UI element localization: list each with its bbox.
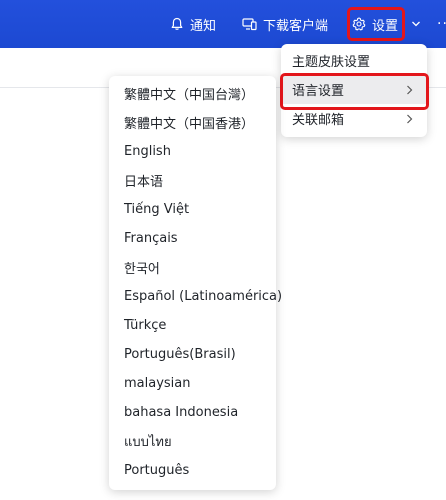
language-option[interactable]: bahasa Indonesia [109, 398, 276, 427]
chevron-right-icon [407, 114, 413, 123]
notification-button[interactable]: 通知 [170, 0, 216, 48]
language-option[interactable]: English [109, 137, 276, 166]
more-label: ··· [437, 16, 446, 32]
language-option[interactable]: Português(Brasil) [109, 340, 276, 369]
language-option[interactable]: 한국어 [109, 253, 276, 282]
language-submenu: 繁體中文（中国台灣） 繁體中文（中国香港） English 日本语 Tiếng … [109, 76, 282, 490]
language-option[interactable]: malaysian [109, 369, 276, 398]
top-navigation-bar: 通知 下载客户端 设置 ··· [0, 0, 446, 48]
bell-icon [171, 17, 183, 30]
menu-item-label: 关联邮箱 [292, 113, 345, 128]
language-highlight-box [280, 73, 429, 110]
settings-highlight-box [347, 7, 405, 41]
chevron-down-icon [412, 21, 420, 27]
settings-menu-item-theme[interactable]: 主题皮肤设置 [281, 46, 427, 75]
account-dropdown-button[interactable] [411, 0, 427, 48]
language-option[interactable]: 日本语 [109, 166, 276, 195]
devices-icon [242, 18, 257, 31]
language-option[interactable]: Français [109, 224, 276, 253]
notification-label: 通知 [190, 18, 217, 34]
menu-item-label: 主题皮肤设置 [292, 55, 371, 70]
download-client-label: 下载客户端 [263, 18, 329, 34]
language-option[interactable]: Tiếng Việt [109, 195, 276, 224]
language-option[interactable]: Português [109, 456, 276, 485]
more-button[interactable]: ··· [437, 0, 446, 48]
language-option[interactable]: 繁體中文（中国台灣） [109, 79, 276, 108]
language-option[interactable]: 繁體中文（中国香港） [109, 108, 276, 137]
language-option[interactable]: แบบไทย [109, 427, 276, 456]
download-client-button[interactable]: 下载客户端 [242, 0, 328, 48]
language-option[interactable]: Español (Latinoamérica) [109, 282, 282, 311]
language-option[interactable]: Türkçe [109, 311, 276, 340]
